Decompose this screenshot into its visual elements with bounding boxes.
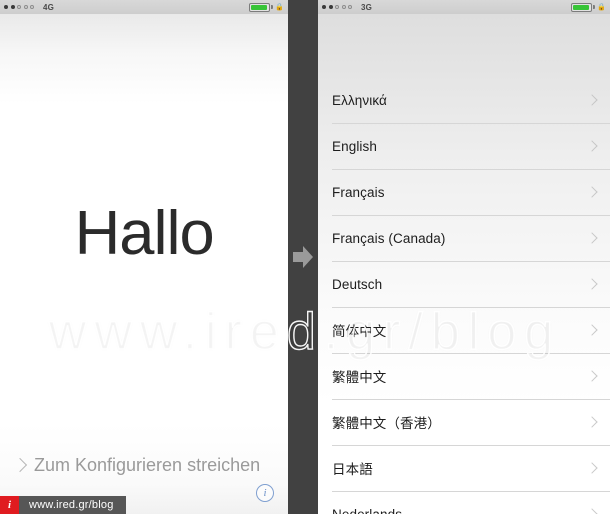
language-label: Français (Canada) (332, 230, 446, 246)
language-row[interactable]: Deutsch (318, 261, 610, 307)
site-badge-mark: i (0, 496, 19, 514)
chevron-right-icon (588, 232, 596, 245)
language-label: 繁體中文（香港） (332, 416, 441, 431)
language-label: 日本語 (332, 462, 373, 477)
chevron-right-icon (588, 94, 596, 107)
panel-divider (288, 0, 318, 514)
signal-strength-icon (322, 5, 352, 9)
language-row[interactable]: 繁體中文 (318, 353, 610, 399)
site-badge: i www.ired.gr/blog (0, 496, 126, 514)
lock-icon: 🔒 (597, 4, 606, 11)
language-label: Deutsch (332, 276, 383, 292)
chevron-right-icon (588, 462, 596, 475)
greeting-text: Hallo (74, 199, 214, 268)
site-badge-url: www.ired.gr/blog (19, 496, 126, 514)
language-label: Français (332, 184, 385, 200)
chevron-right-icon (588, 278, 596, 291)
chevron-right-icon (588, 508, 596, 514)
left-phone-body: Hallo Zum Konfigurieren streichen i (0, 14, 288, 514)
chevron-right-icon (588, 186, 596, 199)
right-phone-screen: 3G 🔒 Ελληνικά English Français Français (Ca… (318, 0, 610, 514)
language-row[interactable]: Ελληνικά (318, 77, 610, 123)
battery-cap-icon (593, 5, 596, 9)
chevron-right-icon (588, 370, 596, 383)
battery-cap-icon (271, 5, 274, 9)
left-status-bar: 4G 🔒 (0, 0, 288, 14)
left-phone-screen: 4G 🔒 Hallo Zum Konfigurieren streichen i (0, 0, 288, 514)
greeting-area: Hallo (0, 14, 288, 454)
language-row[interactable]: Français (Canada) (318, 215, 610, 261)
screenshot-root: 4G 🔒 Hallo Zum Konfigurieren streichen i (0, 0, 610, 514)
chevron-right-icon (588, 416, 596, 429)
battery-icon (249, 2, 271, 12)
right-status-bar: 3G 🔒 (318, 0, 610, 14)
language-label: English (332, 138, 377, 154)
lock-icon: 🔒 (275, 4, 284, 11)
language-label: Ελληνικά (332, 92, 387, 108)
language-row[interactable]: 繁體中文（香港） (318, 399, 610, 445)
language-label: 繁體中文 (332, 370, 387, 385)
language-list: Ελληνικά English Français Français (Canada)… (318, 77, 610, 514)
right-status-left: 3G (322, 3, 372, 12)
language-row[interactable]: Nederlands (318, 491, 610, 514)
swipe-to-configure-label: Zum Konfigurieren streichen (34, 455, 261, 475)
battery-icon (571, 2, 593, 12)
right-status-right: 🔒 (571, 2, 606, 12)
swipe-to-configure-row[interactable]: Zum Konfigurieren streichen (14, 455, 260, 476)
language-row[interactable]: English (318, 123, 610, 169)
right-phone-body: Ελληνικά English Français Français (Canada)… (318, 14, 610, 514)
language-row[interactable]: 日本語 (318, 445, 610, 491)
signal-strength-icon (4, 5, 34, 9)
language-row[interactable]: Français (318, 169, 610, 215)
chevron-right-icon (588, 324, 596, 337)
language-label: 简体中文 (332, 324, 387, 339)
carrier-label: 4G (43, 2, 55, 12)
left-status-right: 🔒 (249, 2, 284, 12)
arrow-right-icon (293, 246, 313, 268)
chevron-right-icon (14, 457, 25, 475)
language-row[interactable]: 简体中文 (318, 307, 610, 353)
left-status-left: 4G (4, 3, 54, 12)
info-button-label: i (263, 487, 267, 499)
info-circle-icon[interactable]: i (256, 484, 274, 502)
carrier-label: 3G (361, 2, 373, 12)
language-label: Nederlands (332, 506, 403, 514)
chevron-right-icon (588, 140, 596, 153)
